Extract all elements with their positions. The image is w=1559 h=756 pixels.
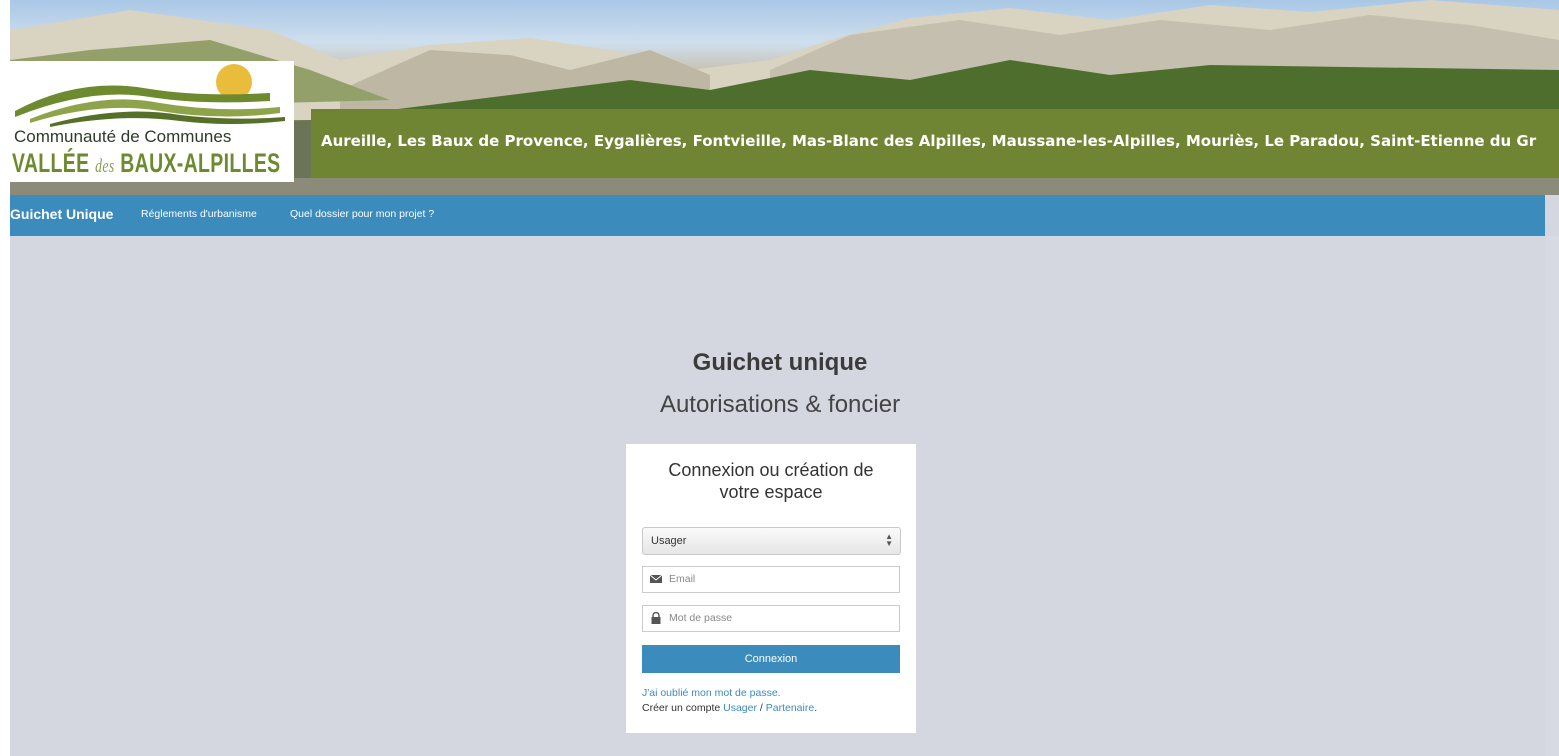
page-title: Guichet unique bbox=[692, 349, 868, 376]
create-usager-link[interactable]: Usager bbox=[723, 702, 757, 714]
nav-link-dossier[interactable]: Quel dossier pour mon projet ? bbox=[290, 208, 434, 220]
nav-brand[interactable]: Guichet Unique bbox=[10, 206, 113, 222]
email-field[interactable] bbox=[642, 566, 900, 593]
header-banner: Communauté de Communes VALLÉE des BAUX-A… bbox=[10, 0, 1559, 195]
left-gutter bbox=[0, 0, 10, 756]
site-logo[interactable]: Communauté de Communes VALLÉE des BAUX-A… bbox=[10, 61, 294, 182]
create-partner-link[interactable]: Partenaire bbox=[766, 702, 814, 714]
login-links: J'ai oublié mon mot de passe. Créer un c… bbox=[642, 686, 817, 716]
create-suffix: . bbox=[814, 702, 818, 714]
hills-sun-icon bbox=[15, 64, 285, 127]
forgot-password-link[interactable]: J'ai oublié mon mot de passe. bbox=[642, 687, 781, 699]
password-input[interactable] bbox=[669, 610, 889, 626]
logo-line2: VALLÉE des BAUX-ALPILLES bbox=[12, 148, 281, 178]
create-separator: / bbox=[756, 702, 766, 714]
logo-line1: Communauté de Communes bbox=[14, 127, 232, 146]
role-select-value: Usager bbox=[651, 535, 687, 547]
create-account-text: Créer un compte bbox=[642, 702, 724, 714]
select-arrows-icon: ▲ ▼ bbox=[885, 532, 893, 548]
login-card: Connexion ou création de votre espace Us… bbox=[626, 444, 916, 733]
role-select[interactable]: Usager ▲ ▼ bbox=[642, 527, 901, 555]
nav-link-urbanisme[interactable]: Réglements d'urbanisme bbox=[141, 208, 257, 220]
page-subtitle: Autorisations & foncier bbox=[659, 391, 901, 418]
envelope-icon bbox=[650, 574, 662, 583]
lock-icon bbox=[651, 612, 661, 624]
email-input[interactable] bbox=[669, 571, 889, 587]
login-button[interactable]: Connexion bbox=[642, 645, 900, 673]
navbar: Guichet Unique Réglements d'urbanisme Qu… bbox=[10, 195, 1545, 236]
right-gutter bbox=[1545, 236, 1559, 756]
towns-band: Aureille, Les Baux de Provence, Eygalièr… bbox=[311, 109, 1559, 178]
login-title: Connexion ou création de votre espace bbox=[668, 460, 874, 502]
towns-list: Aureille, Les Baux de Provence, Eygalièr… bbox=[321, 132, 1537, 150]
password-field[interactable] bbox=[642, 605, 900, 632]
